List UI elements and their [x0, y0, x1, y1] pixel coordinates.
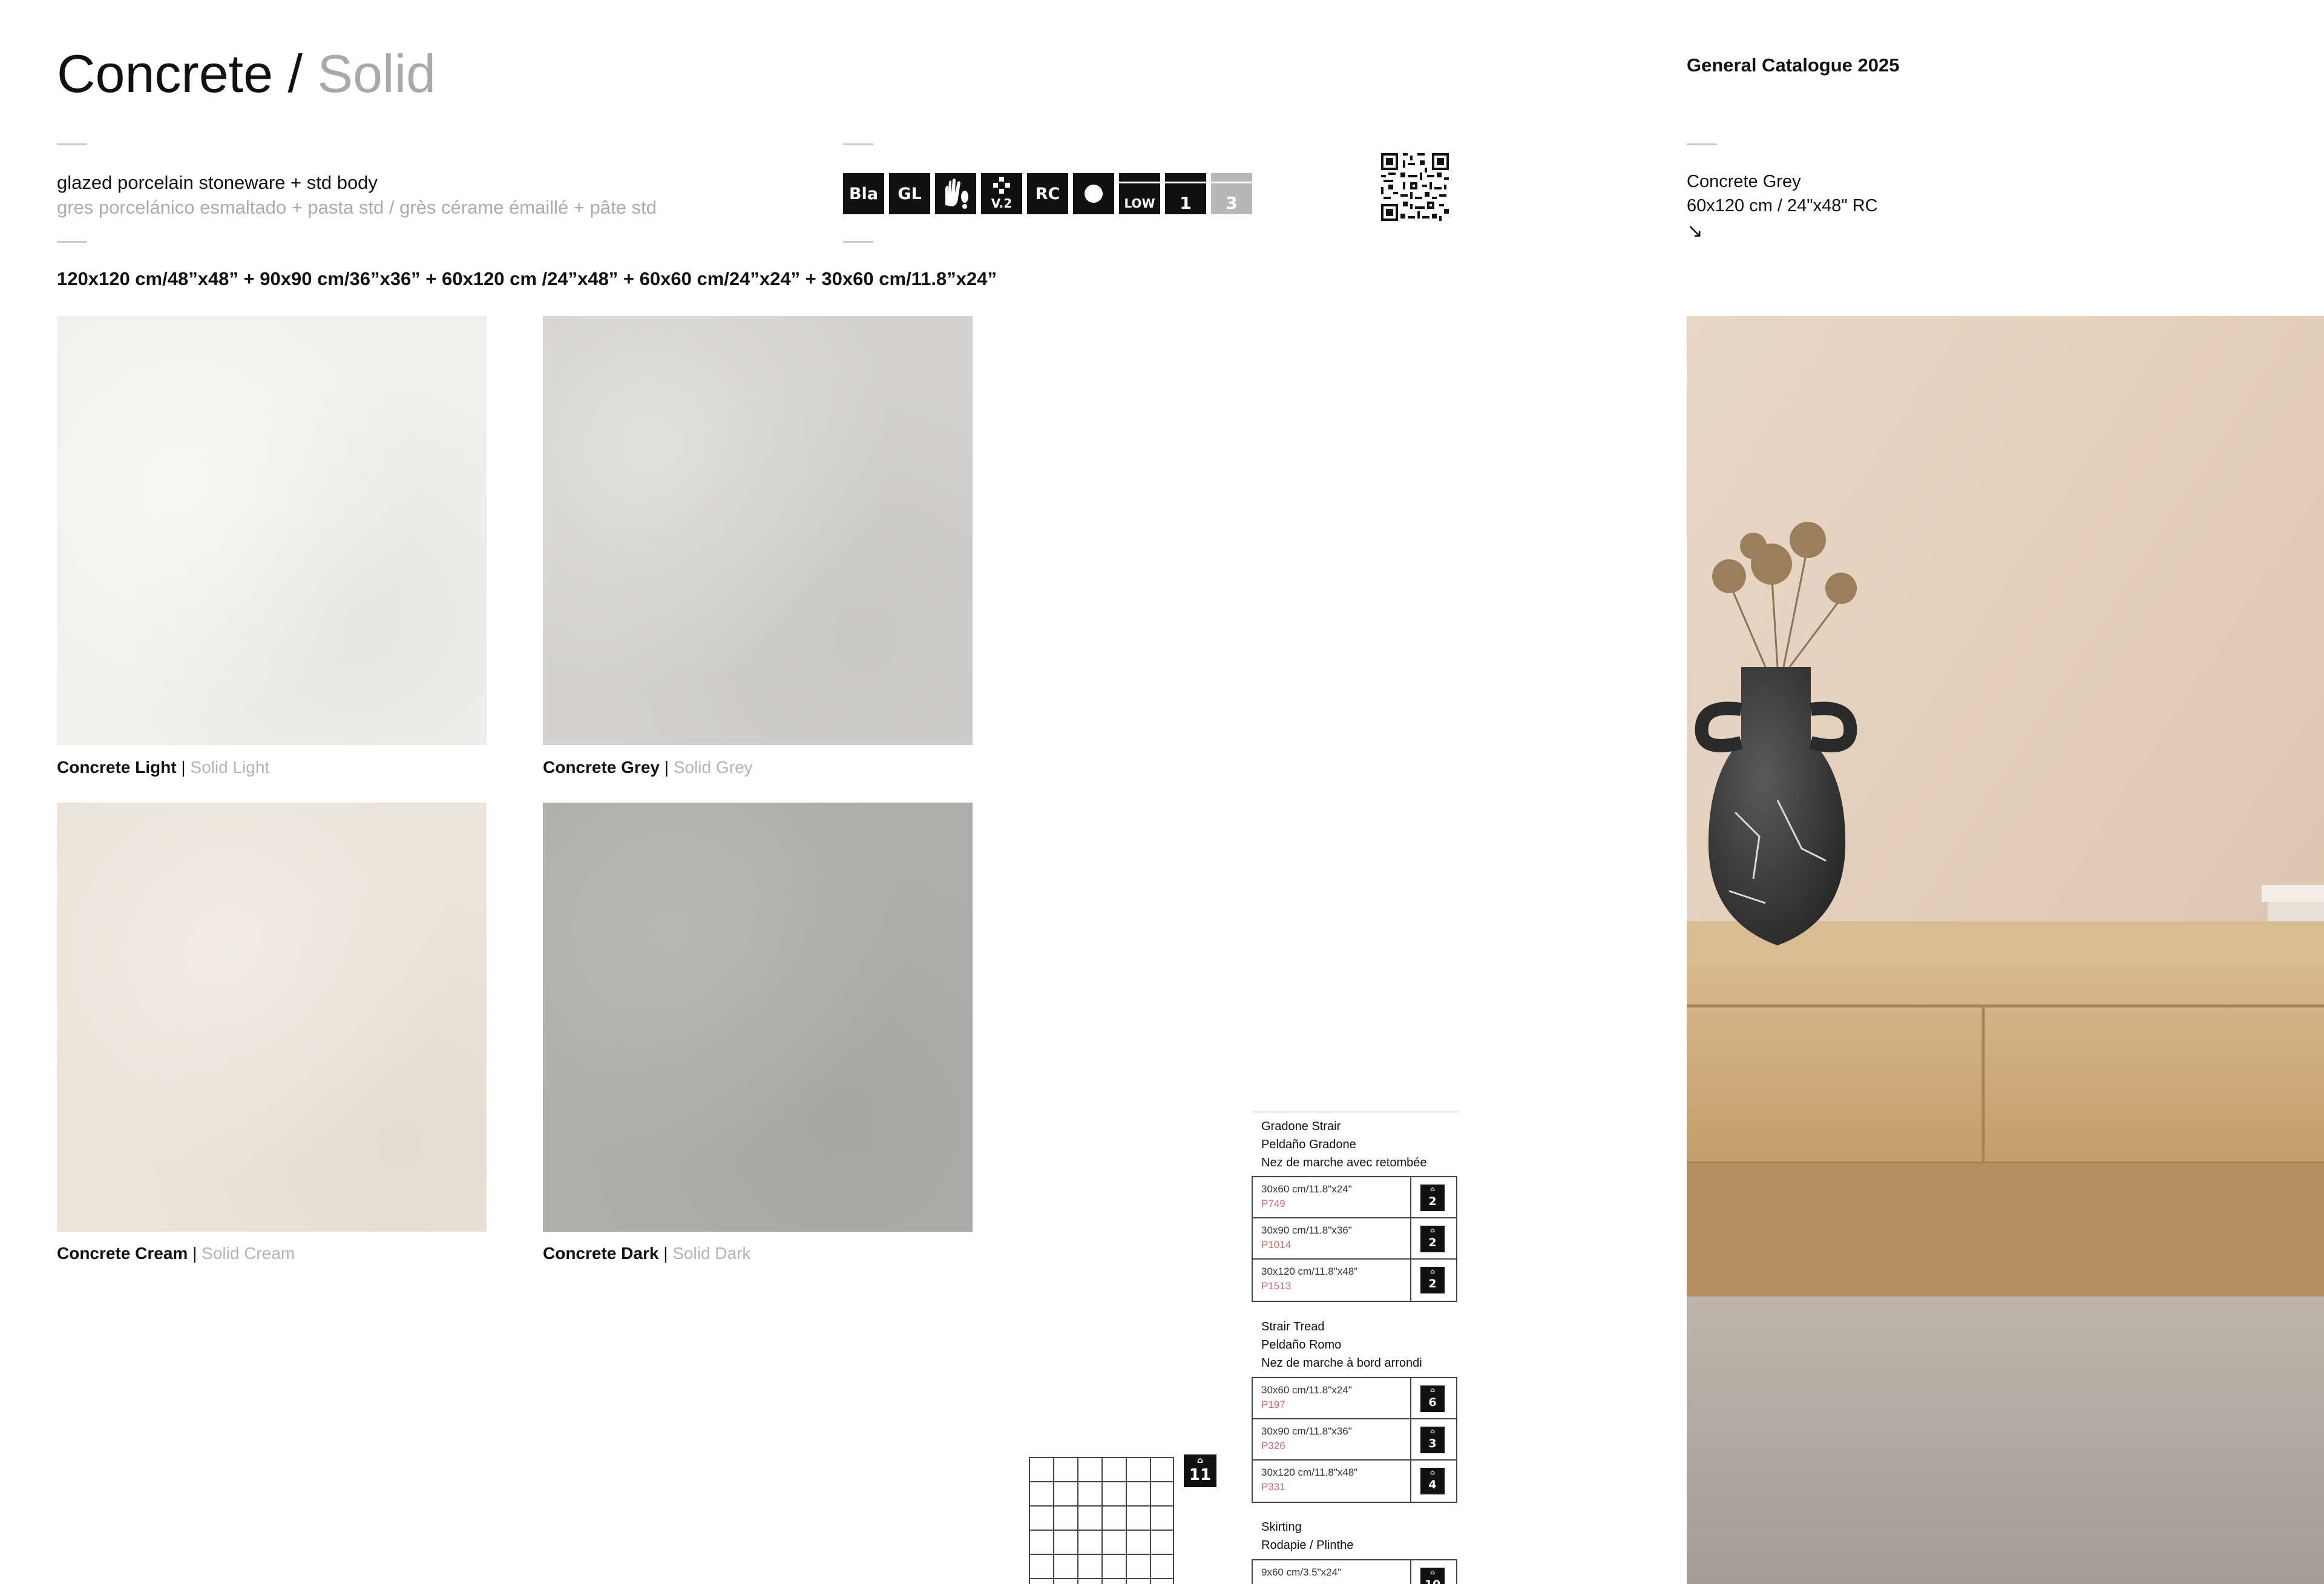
box-qty-badge: ⌂ 6	[1420, 1385, 1445, 1412]
box-qty-badge: ⌂ 3	[1420, 1427, 1445, 1453]
special-piece-table: 30x60 cm/11.8"x24" P197 ⌂ 6 30x90 cm/11.8"x…	[1252, 1377, 1457, 1503]
swatch-concrete-cream[interactable]	[57, 803, 487, 1232]
special-piece-table: 30x60 cm/11.8"x24" P749 ⌂ 2 30x90 cm/11.8"x…	[1252, 1176, 1457, 1302]
table-row: 30x60 cm/11.8"x24" P749 ⌂ 2	[1253, 1177, 1456, 1218]
box-qty-badge: ⌂10	[1420, 1568, 1445, 1584]
material-translations: gres porcelánico esmaltado + pasta std /…	[57, 197, 657, 218]
special-piece-title: Strair Tread Peldaño Romo Nez de marche …	[1261, 1320, 1422, 1370]
reference-name: Concrete Grey	[1687, 172, 1801, 191]
divider	[843, 241, 873, 243]
special-piece-title: Gradone Strair Peldaño Gradone Nez de ma…	[1261, 1120, 1427, 1169]
title-sub: Solid	[317, 44, 436, 104]
gl-icon: GL	[889, 173, 930, 214]
box-qty-badge: ⌂ 2	[1420, 1185, 1445, 1211]
box-qty-badge: ⌂ 2	[1420, 1267, 1445, 1293]
swatch-caption: Concrete Cream | Solid Cream	[57, 1244, 295, 1263]
box-qty-badge: ⌂ 4	[1420, 1468, 1445, 1494]
divider	[57, 241, 87, 243]
arrow-down-right-icon: ↘	[1687, 220, 1703, 242]
swatch-caption: Concrete Light | Solid Light	[57, 758, 270, 777]
title-main: Concrete /	[57, 44, 303, 104]
divider	[843, 143, 873, 145]
class-3-icon: 3	[1211, 173, 1252, 214]
swatch-concrete-light[interactable]	[57, 316, 487, 745]
qr-code-icon[interactable]	[1381, 153, 1449, 221]
swatch-concrete-dark[interactable]	[543, 803, 973, 1232]
class-1-icon: 1	[1165, 173, 1206, 214]
table-row: 30x60 cm/11.8"x24" P197 ⌂ 6	[1253, 1378, 1456, 1419]
available-sizes: 120x120 cm/48”x48” + 90x90 cm/36”x36” + …	[57, 268, 997, 289]
rc-icon: RC	[1027, 173, 1068, 214]
low-icon: LOW	[1119, 173, 1160, 214]
finish-dot-icon	[1073, 173, 1114, 214]
swatch-concrete-grey[interactable]	[543, 316, 973, 745]
swatch-caption: Concrete Grey | Solid Grey	[543, 758, 753, 777]
box-qty-badge: ⌂ 2	[1420, 1226, 1445, 1252]
catalogue-label: General Catalogue 2025	[1687, 54, 1900, 76]
box-qty-badge: ⌂ 11	[1184, 1454, 1216, 1487]
bla-icon: Bla	[843, 173, 884, 214]
swatch-caption: Concrete Dark | Solid Dark	[543, 1244, 751, 1263]
ambient-photo	[1687, 316, 2324, 1584]
material-description: glazed porcelain stoneware + std body	[57, 172, 378, 193]
table-row: 30x120 cm/11.8"x48" P331 ⌂ 4	[1253, 1461, 1456, 1502]
table-row: 30x90 cm/11.8"x36" P326 ⌂ 3	[1253, 1419, 1456, 1461]
stain-resistance-icon	[935, 173, 976, 214]
shade-variation-icon: V.2	[981, 173, 1022, 214]
table-row: 30x120 cm/11.8"x48" P1513 ⌂ 2	[1253, 1260, 1456, 1301]
special-piece-title: Skirting Rodapie / Plinthe	[1261, 1520, 1354, 1552]
special-piece-table: 9x60 cm/3.5"x24"⌂10	[1252, 1559, 1457, 1584]
divider	[57, 143, 87, 145]
page-title: Concrete / Solid	[57, 47, 436, 100]
divider	[1253, 1111, 1459, 1112]
table-row: 9x60 cm/3.5"x24"⌂10	[1253, 1560, 1456, 1584]
divider	[1687, 143, 1717, 145]
mosaic-grid-icon	[1029, 1457, 1174, 1584]
table-row: 30x90 cm/11.8"x36" P1014 ⌂ 2	[1253, 1218, 1456, 1260]
reference-size: 60x120 cm / 24"x48" RC	[1687, 196, 1878, 215]
